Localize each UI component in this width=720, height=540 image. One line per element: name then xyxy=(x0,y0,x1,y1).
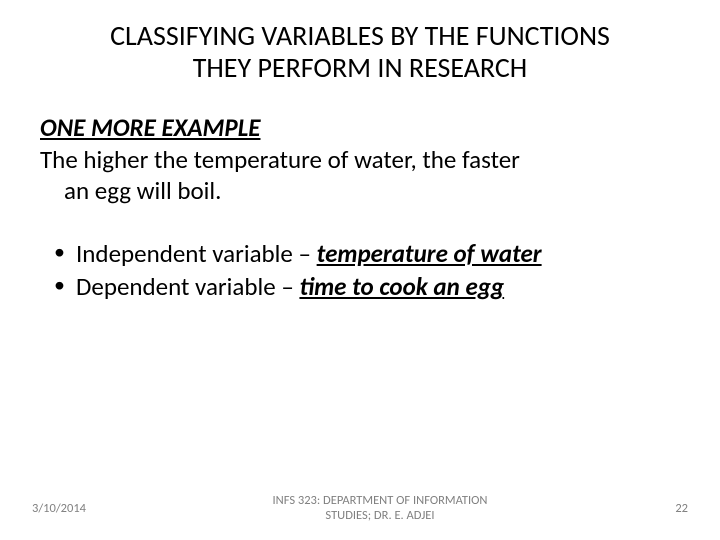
slide-body: CLASSIFYING VARIABLES BY THE FUNCTIONS T… xyxy=(0,0,720,303)
example-line-1: The higher the temperature of water, the… xyxy=(40,144,520,175)
footer-page-number: 22 xyxy=(648,501,688,516)
example-heading: ONE MORE EXAMPLE xyxy=(40,112,680,143)
footer-date: 3/10/2014 xyxy=(32,501,112,516)
example-line-2: an egg will boil. xyxy=(40,175,680,206)
slide-footer: 3/10/2014 INFS 323: DEPARTMENT OF INFORM… xyxy=(0,493,720,524)
example-text: The higher the temperature of water, the… xyxy=(40,144,680,207)
footer-course: INFS 323: DEPARTMENT OF INFORMATION STUD… xyxy=(112,493,648,524)
bullet-label: Independent variable – xyxy=(76,238,317,269)
bullet-list: Independent variable – temperature of wa… xyxy=(40,238,680,303)
slide-content: ONE MORE EXAMPLE The higher the temperat… xyxy=(40,112,680,302)
list-item: Dependent variable – time to cook an egg xyxy=(48,271,680,302)
list-item: Independent variable – temperature of wa… xyxy=(48,238,680,269)
footer-course-line-1: INFS 323: DEPARTMENT OF INFORMATION xyxy=(273,493,488,508)
title-line-2: THEY PERFORM IN RESEARCH xyxy=(193,50,528,85)
title-line-1: CLASSIFYING VARIABLES BY THE FUNCTIONS xyxy=(110,18,610,53)
bullet-emphasis: time to cook an egg xyxy=(299,271,504,302)
bullet-emphasis: temperature of water xyxy=(317,238,542,269)
footer-course-line-2: STUDIES; DR. E. ADJEI xyxy=(325,508,434,523)
slide-title: CLASSIFYING VARIABLES BY THE FUNCTIONS T… xyxy=(40,20,680,84)
bullet-label: Dependent variable – xyxy=(76,271,299,302)
